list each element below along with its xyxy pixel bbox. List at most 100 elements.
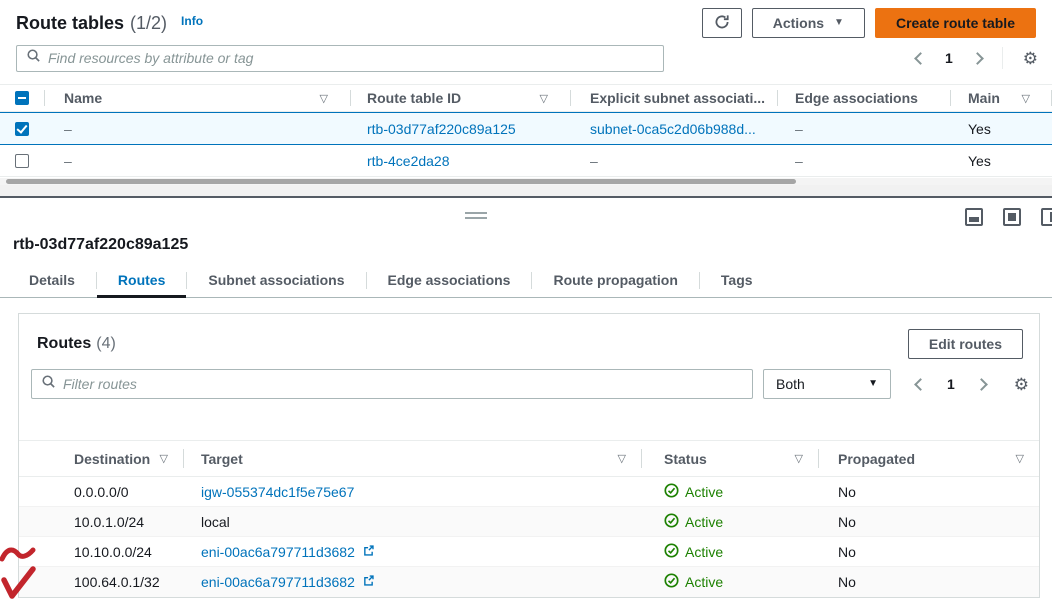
- tab-details[interactable]: Details: [8, 264, 96, 298]
- routes-filter-box[interactable]: [31, 369, 753, 399]
- split-panel: rtb-03d77af220c89a125 Details Routes Sub…: [0, 198, 1052, 604]
- tab-route-propagation[interactable]: Route propagation: [532, 264, 698, 298]
- selected-count: (1/2): [130, 13, 167, 34]
- sort-icon[interactable]: ▽: [1022, 92, 1030, 105]
- sort-icon[interactable]: ▽: [320, 92, 328, 105]
- column-header-explicit-subnet[interactable]: Explicit subnet associati...: [570, 85, 777, 111]
- column-header-edge-associations[interactable]: Edge associations: [777, 85, 950, 111]
- status-text: Active: [685, 574, 723, 590]
- column-header-name[interactable]: Name ▽: [44, 85, 350, 111]
- scrollbar-thumb[interactable]: [6, 179, 796, 184]
- column-header-main[interactable]: Main ▽: [950, 85, 1052, 111]
- routes-filter-row: Both ▼ 1 ⚙: [31, 369, 1029, 399]
- tab-edge-associations[interactable]: Edge associations: [367, 264, 532, 298]
- status-ok-icon: [664, 543, 679, 561]
- sort-icon[interactable]: ▽: [1016, 452, 1024, 465]
- current-page[interactable]: 1: [945, 50, 953, 66]
- tab-subnet-associations[interactable]: Subnet associations: [187, 264, 365, 298]
- info-link[interactable]: Info: [181, 14, 203, 28]
- external-link-icon[interactable]: [362, 544, 375, 560]
- row-checkbox-checked[interactable]: [15, 122, 29, 136]
- destination-cell: 0.0.0.0/0: [19, 484, 183, 500]
- routes-table-body: 0.0.0.0/0 igw-055374dc1f5e75e67 Active N…: [19, 477, 1039, 597]
- route-row: 10.10.0.0/24 eni-00ac6a797711d3682: [19, 537, 1039, 567]
- refresh-icon: [714, 14, 730, 33]
- target-text: local: [201, 514, 230, 530]
- table-row-selected[interactable]: – rtb-03d77af220c89a125 subnet-0ca5c2d06…: [0, 112, 1052, 145]
- routes-card-title: Routes(4): [37, 335, 116, 353]
- page-header: Route tables (1/2) Info Actions ▼ Create…: [16, 6, 1036, 40]
- divider: [1002, 47, 1003, 69]
- split-panel-title: rtb-03d77af220c89a125: [13, 236, 188, 254]
- propagated-cell: No: [818, 514, 1039, 530]
- status-text: Active: [685, 514, 723, 530]
- propagated-cell: No: [818, 544, 1039, 560]
- target-link[interactable]: igw-055374dc1f5e75e67: [201, 484, 354, 500]
- panel-layout-center-icon[interactable]: [1003, 208, 1021, 226]
- caret-down-icon: ▼: [834, 18, 844, 28]
- column-header-destination[interactable]: Destination ▽: [19, 441, 183, 476]
- horizontal-scrollbar[interactable]: [0, 178, 1052, 185]
- destination-cell: 100.64.0.1/32: [19, 574, 183, 590]
- toolbar-row: 1 ⚙: [16, 44, 1038, 72]
- target-link[interactable]: eni-00ac6a797711d3682: [201, 544, 355, 560]
- sort-icon[interactable]: ▽: [160, 452, 168, 465]
- refresh-button[interactable]: [702, 8, 742, 38]
- edit-routes-button[interactable]: Edit routes: [908, 329, 1023, 359]
- column-header-target[interactable]: Target ▽: [183, 441, 641, 476]
- select-all-cell[interactable]: [0, 85, 44, 111]
- external-link-icon[interactable]: [362, 574, 375, 590]
- column-header-route-table-id[interactable]: Route table ID ▽: [350, 85, 570, 111]
- tab-routes[interactable]: Routes: [97, 264, 186, 298]
- route-scope-dropdown[interactable]: Both ▼: [763, 369, 891, 399]
- tab-tags[interactable]: Tags: [700, 264, 774, 298]
- previous-page-icon[interactable]: [914, 52, 927, 65]
- search-icon: [26, 48, 41, 68]
- route-row: 0.0.0.0/0 igw-055374dc1f5e75e67 Active N…: [19, 477, 1039, 507]
- split-panel-drag-handle-icon[interactable]: [465, 212, 487, 222]
- sort-icon[interactable]: ▽: [795, 452, 803, 465]
- next-page-icon[interactable]: [975, 378, 988, 391]
- resource-search-box[interactable]: [16, 45, 664, 72]
- panel-layout-bottom-icon[interactable]: [965, 208, 983, 226]
- top-pagination: 1 ⚙: [916, 47, 1038, 69]
- column-header-propagated[interactable]: Propagated ▽: [818, 441, 1039, 476]
- route-tables-table-header: Name ▽ Route table ID ▽ Explicit subnet …: [0, 84, 1052, 112]
- route-row: 100.64.0.1/32 eni-00ac6a797711d3682: [19, 567, 1039, 597]
- row-checkbox-unchecked[interactable]: [15, 154, 29, 168]
- sort-icon[interactable]: ▽: [618, 452, 626, 465]
- target-link[interactable]: eni-00ac6a797711d3682: [201, 574, 355, 590]
- status-text: Active: [685, 484, 723, 500]
- edge-cell: –: [777, 153, 950, 169]
- settings-gear-icon[interactable]: ⚙: [1014, 376, 1029, 393]
- detail-tabs: Details Routes Subnet associations Edge …: [0, 264, 1052, 298]
- status-ok-icon: [664, 513, 679, 531]
- sort-icon[interactable]: ▽: [540, 92, 548, 105]
- route-row: 10.0.1.0/24 local Active No: [19, 507, 1039, 537]
- page-title: Route tables: [16, 13, 124, 34]
- create-route-table-button[interactable]: Create route table: [875, 8, 1036, 38]
- column-header-status[interactable]: Status ▽: [641, 441, 818, 476]
- next-page-icon[interactable]: [971, 52, 984, 65]
- panel-layout-right-icon[interactable]: [1041, 208, 1052, 226]
- previous-page-icon[interactable]: [914, 378, 927, 391]
- status-ok-icon: [664, 483, 679, 501]
- actions-button[interactable]: Actions ▼: [752, 8, 865, 38]
- main-cell: Yes: [950, 121, 1052, 137]
- table-row[interactable]: – rtb-4ce2da28 – – Yes: [0, 145, 1052, 177]
- select-all-checkbox-indeterminate[interactable]: [15, 91, 29, 105]
- routes-filter-input[interactable]: [63, 376, 743, 392]
- route-tables-console: Route tables (1/2) Info Actions ▼ Create…: [0, 0, 1052, 604]
- subnet-association-link[interactable]: subnet-0ca5c2d06b988d...: [590, 121, 756, 137]
- routes-table-header: Destination ▽ Target ▽ Status ▽ Propagat…: [19, 440, 1039, 477]
- search-icon: [41, 374, 56, 394]
- settings-gear-icon[interactable]: ⚙: [1023, 50, 1038, 67]
- table-footer-strip: [0, 185, 1052, 196]
- subnet-association-cell: –: [570, 153, 777, 169]
- current-page[interactable]: 1: [947, 376, 955, 392]
- route-table-id-link[interactable]: rtb-03d77af220c89a125: [367, 121, 516, 137]
- red-checkmark-annotation-icon: [1, 566, 37, 604]
- resource-search-input[interactable]: [48, 50, 654, 66]
- route-table-id-link[interactable]: rtb-4ce2da28: [367, 153, 450, 169]
- route-tables-table: Name ▽ Route table ID ▽ Explicit subnet …: [0, 84, 1052, 177]
